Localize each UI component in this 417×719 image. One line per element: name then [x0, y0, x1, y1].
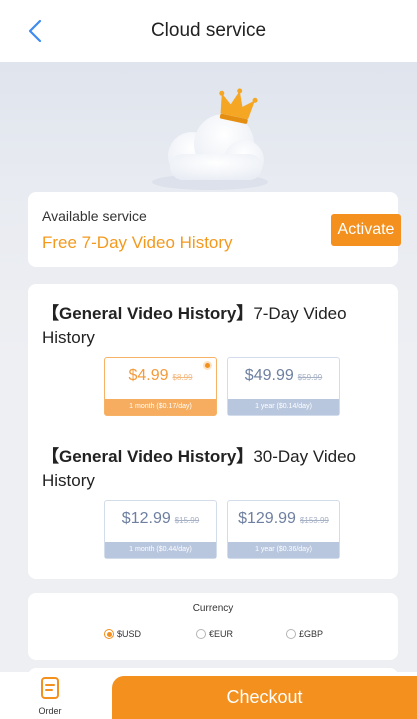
cloud-crown-illustration	[152, 88, 268, 190]
back-button[interactable]	[22, 18, 48, 44]
plan-title-tag: 【General Video History】	[42, 304, 254, 323]
option-price-row: $4.99 $8.99	[105, 367, 216, 385]
checkout-button[interactable]: Checkout	[112, 676, 417, 719]
plan-option-30day-month[interactable]: $12.99 $15.99 1 month ($0.44/day)	[104, 500, 217, 559]
option-footnote: 1 month ($0.44/day)	[105, 542, 216, 558]
plan-option-7day-year[interactable]: $49.99 $59.99 1 year ($0.14/day)	[227, 357, 340, 416]
option-original-price: $15.99	[174, 516, 200, 525]
option-price-row: $129.99 $153.99	[228, 510, 339, 528]
plan-title: 【General Video History】30-Day Video Hist…	[42, 445, 388, 493]
currency-option-label: £GBP	[299, 629, 324, 639]
available-service-name: Free 7-Day Video History	[42, 233, 233, 252]
option-price: $129.99	[238, 510, 296, 527]
currency-card: Currency $USD €EUR £GBP	[28, 593, 398, 660]
option-original-price: $153.99	[299, 516, 329, 525]
plan-title-tag: 【General Video History】	[42, 447, 254, 466]
option-price: $4.99	[128, 367, 169, 384]
plan-option-7day-month[interactable]: $4.99 $8.99 1 month ($0.17/day)	[104, 357, 217, 416]
currency-option-label: $USD	[117, 629, 142, 639]
activate-button[interactable]: Activate	[331, 214, 401, 246]
option-original-price: $59.99	[297, 373, 323, 382]
main-content: Available service Free 7-Day Video Histo…	[0, 62, 417, 672]
header: Cloud service	[0, 0, 417, 62]
selected-indicator	[203, 361, 212, 370]
option-price: $12.99	[121, 510, 171, 527]
option-footnote: 1 year ($0.36/day)	[228, 542, 339, 558]
radio-indicator	[286, 629, 296, 639]
bottom-bar: Order Checkout	[0, 672, 417, 719]
available-service-label: Available service	[42, 208, 147, 224]
plan-option-30day-year[interactable]: $129.99 $153.99 1 year ($0.36/day)	[227, 500, 340, 559]
currency-title: Currency	[192, 603, 234, 614]
option-footnote: 1 month ($0.17/day)	[105, 399, 216, 415]
currency-option-gbp[interactable]: £GBP	[286, 629, 323, 639]
plans-card: 【General Video History】7-Day Video Histo…	[28, 284, 398, 579]
currency-option-label: €EUR	[209, 629, 234, 639]
currency-option-eur[interactable]: €EUR	[196, 629, 233, 639]
plan-title: 【General Video History】7-Day Video Histo…	[42, 302, 388, 350]
chevron-left-icon	[28, 19, 42, 43]
option-price-row: $12.99 $15.99	[105, 510, 216, 528]
radio-indicator	[104, 629, 114, 639]
option-original-price: $8.99	[172, 373, 193, 382]
page-title: Cloud service	[150, 20, 267, 41]
option-price: $49.99	[244, 367, 294, 384]
order-button[interactable]: Order	[30, 676, 70, 718]
order-document-icon	[41, 677, 59, 699]
order-label: Order	[38, 706, 62, 716]
option-footnote: 1 year ($0.14/day)	[228, 399, 339, 415]
radio-indicator	[196, 629, 206, 639]
currency-option-usd[interactable]: $USD	[104, 629, 141, 639]
available-service-card: Available service Free 7-Day Video Histo…	[28, 192, 401, 267]
option-price-row: $49.99 $59.99	[228, 367, 339, 385]
